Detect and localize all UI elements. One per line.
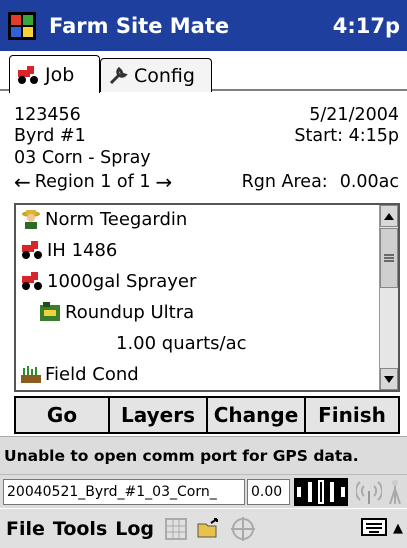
job-number: 123456 [14, 105, 81, 125]
list-item-label: Norm Teegardin [45, 208, 188, 230]
list-item-label: 1.00 quarts/ac [116, 332, 247, 354]
list-item-label: IH 1486 [47, 239, 118, 261]
job-date: 5/21/2004 [309, 105, 399, 125]
grid-icon[interactable] [164, 517, 188, 541]
scroll-down-arrow-icon [384, 375, 394, 383]
antenna-signal-icon [356, 480, 382, 504]
list-item-label: Roundup Ultra [65, 301, 195, 323]
status-message: Unable to open comm port for GPS data. [0, 436, 407, 474]
windows-start-icon[interactable] [7, 11, 37, 41]
list-item[interactable]: Field Cond [20, 361, 139, 387]
scroll-thumb[interactable] [380, 228, 398, 288]
tab-job[interactable]: Job [9, 55, 100, 93]
gps-gauge-icon [294, 477, 348, 506]
tower-icon [389, 479, 401, 504]
job-info: 123456 5/21/2004 Byrd #1 Start: 4:15p 03… [0, 96, 407, 202]
list-item[interactable]: Norm Teegardin [20, 206, 187, 232]
tractor-icon [18, 65, 38, 84]
list-item[interactable]: 1000gal Sprayer [20, 268, 196, 294]
list-item[interactable]: Roundup Ultra [38, 299, 194, 325]
field-name: Byrd #1 [14, 126, 86, 146]
wrench-icon [109, 66, 128, 84]
region-next-arrow-icon[interactable]: → [156, 170, 173, 194]
menu-log[interactable]: Log [115, 518, 154, 540]
crosshair-icon[interactable] [230, 516, 256, 542]
menu-file[interactable]: File [6, 518, 45, 540]
scroll-up-arrow-icon [384, 212, 394, 220]
list-item[interactable]: 1.00 quarts/ac [116, 330, 247, 356]
chemical-icon [40, 302, 60, 321]
clock[interactable]: 4:17p [333, 14, 400, 38]
scroll-down-button[interactable] [380, 368, 398, 390]
list-item-label: Field Cond [45, 363, 139, 385]
job-resource-list[interactable]: Norm Teegardin IH 1486 1000gal Sprayer R… [14, 203, 400, 392]
region-label: Region 1 of 1 [34, 172, 151, 192]
start-time: Start: 4:15p [294, 126, 399, 146]
region-prev-arrow-icon[interactable]: ← [14, 170, 31, 194]
open-folder-icon[interactable] [196, 517, 222, 541]
sprayer-icon [22, 272, 42, 290]
crop-operation: 03 Corn - Spray [14, 148, 151, 168]
rgn-area-label: Rgn Area: [241, 172, 328, 192]
field-icon [21, 366, 41, 383]
list-item[interactable]: IH 1486 [20, 237, 117, 263]
app-title: Farm Site Mate [49, 13, 230, 38]
status-bar: 20040521_Byrd_#1_03_Corn_ 0.00 [0, 474, 407, 508]
list-item-label: 1000gal Sprayer [47, 270, 197, 292]
layers-button[interactable]: Layers [108, 396, 206, 434]
tractor-icon [22, 241, 42, 259]
log-filename: 20040521_Byrd_#1_03_Corn_ [3, 478, 245, 505]
rgn-area-value: 0.00ac [339, 172, 399, 192]
finish-button[interactable]: Finish [304, 396, 400, 434]
status-message-text: Unable to open comm port for GPS data. [4, 446, 359, 465]
keyboard-icon[interactable] [361, 518, 387, 536]
tab-job-label: Job [45, 63, 75, 86]
scroll-up-button[interactable] [380, 205, 398, 227]
operator-icon [22, 210, 40, 229]
action-buttons: Go Layers Change Finish [14, 396, 400, 434]
go-button[interactable]: Go [14, 396, 108, 434]
menu-bar: File Tools Log ▲ [0, 508, 407, 548]
tab-strip: Job Config [0, 51, 407, 93]
tab-config[interactable]: Config [100, 58, 212, 92]
input-panel-arrow-icon[interactable]: ▲ [393, 521, 403, 536]
change-button[interactable]: Change [206, 396, 304, 434]
counter-value: 0.00 [247, 478, 290, 505]
menu-tools[interactable]: Tools [53, 518, 107, 540]
grip-icon [384, 254, 394, 262]
list-scrollbar[interactable] [379, 205, 398, 390]
tab-config-label: Config [134, 64, 195, 87]
title-bar: Farm Site Mate 4:17p [0, 0, 407, 51]
